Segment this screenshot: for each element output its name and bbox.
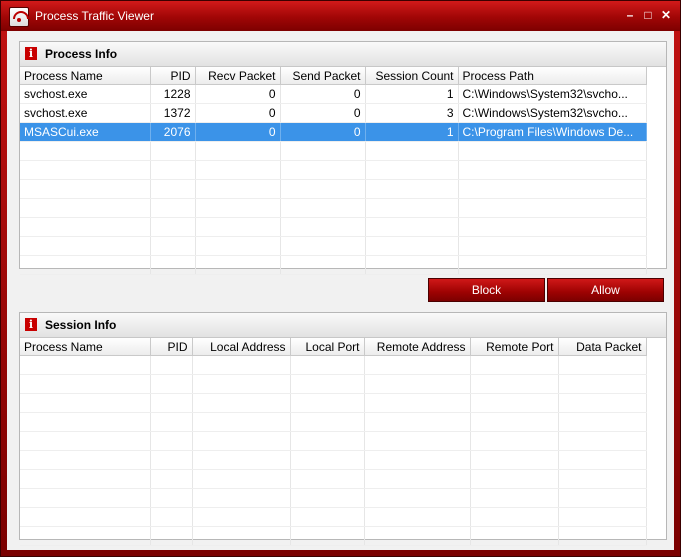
empty-row — [20, 160, 647, 180]
empty-row — [20, 488, 647, 508]
session-info-panel: i Session Info Process Name PID Local Ad… — [19, 312, 667, 546]
cell-pid: 1372 — [150, 103, 196, 123]
table-row-selected[interactable]: MSASCui.exe 2076 0 0 1 C:\Program Files\… — [20, 122, 647, 142]
col-process-path[interactable]: Process Path — [458, 67, 647, 85]
cell-name: svchost.exe — [20, 103, 151, 123]
info-icon: i — [25, 47, 37, 60]
empty-row — [20, 450, 647, 470]
cell-name: svchost.exe — [20, 84, 151, 104]
window-title: Process Traffic Viewer — [35, 9, 154, 23]
cell-sessions: 1 — [365, 84, 459, 104]
block-button[interactable]: Block — [428, 278, 545, 302]
process-table: Process Name PID Recv Packet Send Packet… — [20, 67, 647, 275]
empty-row — [20, 198, 647, 218]
empty-row — [20, 355, 647, 375]
close-button[interactable]: ✕ — [659, 8, 673, 22]
col-data-packet[interactable]: Data Packet — [558, 338, 647, 356]
cell-send: 0 — [280, 122, 366, 142]
session-info-header: i Session Info — [20, 313, 666, 338]
empty-row — [20, 507, 647, 527]
empty-row — [20, 179, 647, 199]
col-remote-port[interactable]: Remote Port — [470, 338, 559, 356]
process-table-header: Process Name PID Recv Packet Send Packet… — [20, 67, 647, 85]
empty-row — [20, 431, 647, 451]
col-local-address[interactable]: Local Address — [192, 338, 291, 356]
empty-row — [20, 255, 647, 275]
table-row[interactable]: svchost.exe 1228 0 0 1 C:\Windows\System… — [20, 84, 647, 104]
cell-sessions: 3 — [365, 103, 459, 123]
minimize-button[interactable]: – — [623, 8, 637, 22]
col-process-name[interactable]: Process Name — [20, 338, 151, 356]
empty-row — [20, 412, 647, 432]
col-remote-address[interactable]: Remote Address — [364, 338, 471, 356]
process-info-panel: i Process Info Process Name PID Recv Pac… — [19, 41, 667, 275]
empty-row — [20, 526, 647, 546]
info-icon: i — [25, 318, 37, 331]
allow-button[interactable]: Allow — [547, 278, 664, 302]
session-table: Process Name PID Local Address Local Por… — [20, 338, 647, 546]
process-info-title: Process Info — [45, 47, 118, 61]
cell-path: C:\Windows\System32\svcho... — [458, 103, 647, 123]
process-info-header: i Process Info — [20, 42, 666, 67]
col-send-packet[interactable]: Send Packet — [280, 67, 366, 85]
cell-sessions: 1 — [365, 122, 459, 142]
empty-row — [20, 236, 647, 256]
cell-pid: 2076 — [150, 122, 196, 142]
main-window: Process Traffic Viewer – □ ✕ i Process I… — [0, 0, 681, 557]
cell-name: MSASCui.exe — [20, 122, 151, 142]
cell-path: C:\Program Files\Windows De... — [458, 122, 647, 142]
cell-recv: 0 — [195, 103, 281, 123]
empty-row — [20, 469, 647, 489]
col-session-count[interactable]: Session Count — [365, 67, 459, 85]
wifi-app-icon — [9, 7, 29, 27]
col-recv-packet[interactable]: Recv Packet — [195, 67, 281, 85]
col-local-port[interactable]: Local Port — [290, 338, 365, 356]
maximize-button[interactable]: □ — [641, 8, 655, 22]
session-table-header: Process Name PID Local Address Local Por… — [20, 338, 647, 356]
cell-recv: 0 — [195, 122, 281, 142]
cell-send: 0 — [280, 103, 366, 123]
empty-row — [20, 393, 647, 413]
col-pid[interactable]: PID — [150, 338, 193, 356]
cell-send: 0 — [280, 84, 366, 104]
table-row[interactable]: svchost.exe 1372 0 0 3 C:\Windows\System… — [20, 103, 647, 123]
cell-pid: 1228 — [150, 84, 196, 104]
cell-recv: 0 — [195, 84, 281, 104]
empty-row — [20, 217, 647, 237]
col-process-name[interactable]: Process Name — [20, 67, 151, 85]
title-bar[interactable]: Process Traffic Viewer – □ ✕ — [1, 1, 680, 31]
col-pid[interactable]: PID — [150, 67, 196, 85]
empty-row — [20, 141, 647, 161]
client-area: i Process Info Process Name PID Recv Pac… — [7, 31, 674, 550]
empty-row — [20, 374, 647, 394]
session-info-title: Session Info — [45, 318, 117, 332]
cell-path: C:\Windows\System32\svcho... — [458, 84, 647, 104]
